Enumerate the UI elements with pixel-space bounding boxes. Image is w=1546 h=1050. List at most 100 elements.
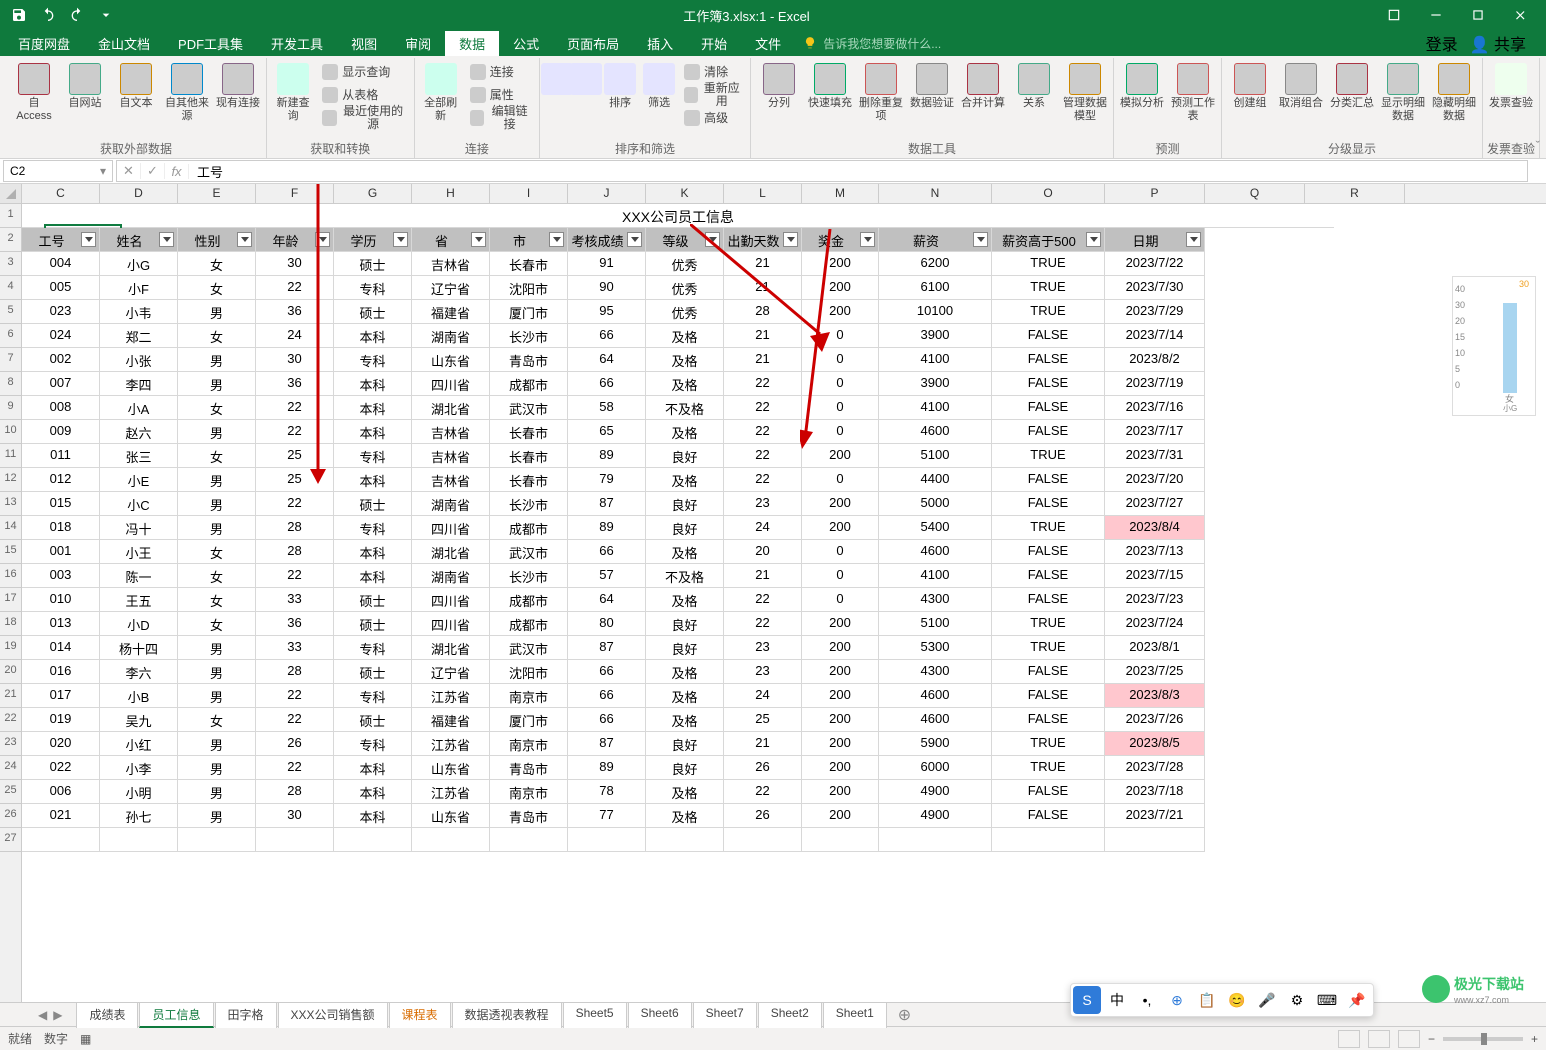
table-cell[interactable]: 28 bbox=[256, 540, 334, 564]
table-cell[interactable]: TRUE bbox=[992, 732, 1105, 756]
formula-bar[interactable]: 工号 bbox=[189, 162, 1527, 181]
table-cell[interactable]: 吉林省 bbox=[412, 420, 490, 444]
table-cell[interactable]: FALSE bbox=[992, 348, 1105, 372]
menu-tab-6[interactable]: 审阅 bbox=[391, 31, 445, 56]
row-header[interactable]: 13 bbox=[0, 492, 21, 516]
filter-dropdown[interactable] bbox=[973, 232, 988, 247]
table-cell[interactable]: 女 bbox=[178, 540, 256, 564]
table-cell[interactable]: 200 bbox=[802, 684, 879, 708]
table-cell[interactable]: 21 bbox=[724, 276, 802, 300]
row-header[interactable]: 19 bbox=[0, 636, 21, 660]
table-cell[interactable]: 30 bbox=[256, 348, 334, 372]
filter-dropdown[interactable] bbox=[315, 232, 330, 247]
table-cell[interactable]: 20 bbox=[724, 540, 802, 564]
column-header[interactable]: P bbox=[1105, 184, 1205, 203]
accept-formula-button[interactable]: ✓ bbox=[141, 163, 165, 179]
table-cell[interactable]: 66 bbox=[568, 708, 646, 732]
table-cell[interactable]: 2023/7/25 bbox=[1105, 660, 1205, 684]
filter-dropdown[interactable] bbox=[627, 232, 642, 247]
table-cell[interactable]: 杨十四 bbox=[100, 636, 178, 660]
table-cell[interactable]: 200 bbox=[802, 708, 879, 732]
table-cell[interactable]: 专科 bbox=[334, 732, 412, 756]
table-cell[interactable]: 良好 bbox=[646, 492, 724, 516]
table-cell[interactable]: 厦门市 bbox=[490, 300, 568, 324]
table-cell[interactable]: 200 bbox=[802, 516, 879, 540]
table-cell[interactable]: 200 bbox=[802, 732, 879, 756]
table-cell[interactable]: 良好 bbox=[646, 516, 724, 540]
table-cell[interactable]: 018 bbox=[22, 516, 100, 540]
table-cell[interactable]: 女 bbox=[178, 252, 256, 276]
table-cell[interactable]: 24 bbox=[256, 324, 334, 348]
table-cell[interactable]: 014 bbox=[22, 636, 100, 660]
table-cell[interactable]: 福建省 bbox=[412, 300, 490, 324]
table-cell[interactable]: FALSE bbox=[992, 660, 1105, 684]
table-cell[interactable]: 本科 bbox=[334, 396, 412, 420]
ribbon-btn[interactable]: 排序 bbox=[602, 61, 638, 112]
table-cell[interactable]: 及格 bbox=[646, 684, 724, 708]
table-cell[interactable]: 王五 bbox=[100, 588, 178, 612]
table-cell[interactable]: 小F bbox=[100, 276, 178, 300]
table-cell[interactable]: FALSE bbox=[992, 540, 1105, 564]
table-cell[interactable]: 四川省 bbox=[412, 516, 490, 540]
ribbon-btn[interactable]: 新建查询 bbox=[271, 61, 315, 125]
table-cell[interactable]: 陈一 bbox=[100, 564, 178, 588]
table-cell[interactable]: 吴九 bbox=[100, 708, 178, 732]
table-cell[interactable]: 本科 bbox=[334, 756, 412, 780]
row-header[interactable]: 1 bbox=[0, 204, 21, 228]
table-cell[interactable]: 0 bbox=[802, 420, 879, 444]
table-cell[interactable]: 小李 bbox=[100, 756, 178, 780]
table-cell[interactable]: 武汉市 bbox=[490, 396, 568, 420]
table-cell[interactable]: 长春市 bbox=[490, 468, 568, 492]
ribbon-btn[interactable]: 显示查询 bbox=[318, 61, 409, 83]
column-header[interactable]: Q bbox=[1205, 184, 1305, 203]
table-cell[interactable]: 4300 bbox=[879, 660, 992, 684]
table-cell[interactable]: 专科 bbox=[334, 516, 412, 540]
filter-dropdown[interactable] bbox=[783, 232, 798, 247]
table-cell[interactable]: 23 bbox=[724, 636, 802, 660]
table-cell[interactable]: 优秀 bbox=[646, 276, 724, 300]
table-cell[interactable]: 良好 bbox=[646, 756, 724, 780]
table-cell[interactable]: 89 bbox=[568, 444, 646, 468]
table-cell[interactable]: 男 bbox=[178, 756, 256, 780]
menu-tab-9[interactable]: PDF工具集 bbox=[164, 31, 257, 56]
sheet-tab[interactable]: 员工信息 bbox=[139, 1002, 213, 1028]
table-cell[interactable]: 男 bbox=[178, 420, 256, 444]
table-cell[interactable]: 湖南省 bbox=[412, 324, 490, 348]
table-cell[interactable]: 22 bbox=[724, 780, 802, 804]
table-cell[interactable]: FALSE bbox=[992, 468, 1105, 492]
table-cell[interactable]: 24 bbox=[724, 684, 802, 708]
table-cell[interactable]: 58 bbox=[568, 396, 646, 420]
table-cell[interactable]: 小红 bbox=[100, 732, 178, 756]
table-cell[interactable]: 女 bbox=[178, 708, 256, 732]
table-cell[interactable]: 及格 bbox=[646, 708, 724, 732]
table-cell[interactable]: 及格 bbox=[646, 324, 724, 348]
table-cell[interactable]: 硕士 bbox=[334, 612, 412, 636]
table-cell[interactable]: 4100 bbox=[879, 564, 992, 588]
table-cell[interactable]: 本科 bbox=[334, 540, 412, 564]
table-cell[interactable]: 2023/7/24 bbox=[1105, 612, 1205, 636]
table-cell[interactable]: 2023/7/18 bbox=[1105, 780, 1205, 804]
table-cell[interactable]: 23 bbox=[724, 660, 802, 684]
sheet-tab[interactable]: Sheet1 bbox=[823, 1002, 887, 1028]
table-cell[interactable]: 本科 bbox=[334, 420, 412, 444]
table-title[interactable]: XXX公司员工信息 bbox=[22, 204, 1334, 228]
table-cell[interactable]: 0 bbox=[802, 348, 879, 372]
sheet-tab[interactable]: 数据透视表教程 bbox=[452, 1002, 562, 1028]
table-cell[interactable]: 21 bbox=[724, 348, 802, 372]
table-cell[interactable]: 10100 bbox=[879, 300, 992, 324]
ribbon-btn[interactable]: 现有连接 bbox=[214, 61, 262, 112]
table-cell[interactable]: 66 bbox=[568, 372, 646, 396]
table-cell[interactable]: 男 bbox=[178, 372, 256, 396]
table-cell[interactable]: 湖北省 bbox=[412, 636, 490, 660]
table-cell[interactable]: 66 bbox=[568, 660, 646, 684]
table-cell[interactable]: 山东省 bbox=[412, 804, 490, 828]
menu-tab-1[interactable]: 开始 bbox=[687, 31, 741, 56]
row-header[interactable]: 17 bbox=[0, 588, 21, 612]
row-header[interactable]: 9 bbox=[0, 396, 21, 420]
table-cell[interactable]: 2023/7/22 bbox=[1105, 252, 1205, 276]
table-cell[interactable]: 张三 bbox=[100, 444, 178, 468]
sheet-tab[interactable]: 田字格 bbox=[215, 1002, 277, 1028]
table-cell[interactable]: 小G bbox=[100, 252, 178, 276]
ribbon-btn[interactable]: 全部刷新 bbox=[419, 61, 463, 125]
table-cell[interactable]: 95 bbox=[568, 300, 646, 324]
